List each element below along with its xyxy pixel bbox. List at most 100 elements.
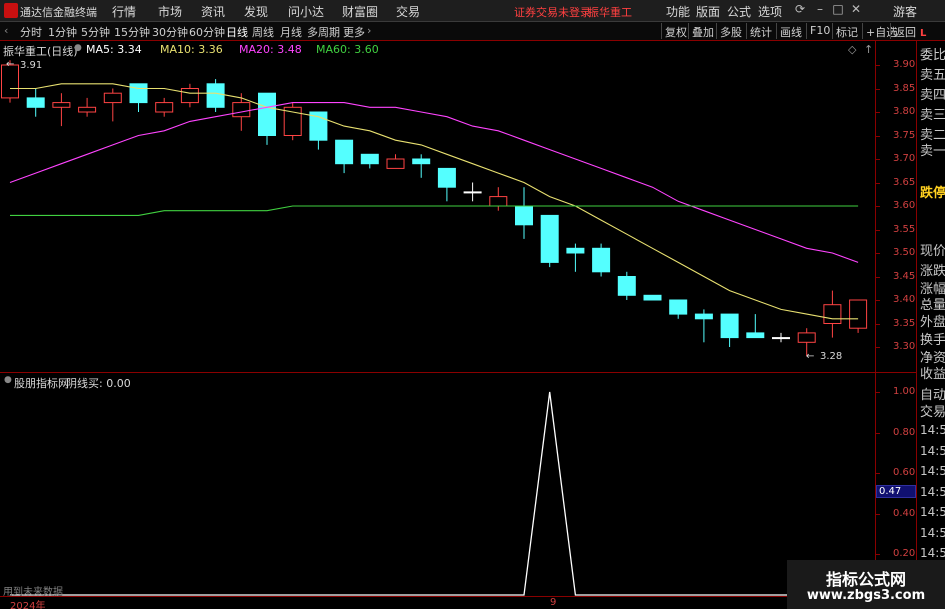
menu-zixun[interactable]: 资讯	[201, 3, 225, 20]
price-tick-mark	[875, 88, 880, 90]
login-warning[interactable]: 证券交易未登录	[514, 4, 591, 20]
watermark-title: 指标公式网	[825, 570, 906, 589]
candle[interactable]	[566, 243, 585, 272]
btn-f10[interactable]: F10	[806, 23, 833, 39]
candle[interactable]	[283, 102, 302, 141]
candle[interactable]	[412, 154, 431, 178]
candle[interactable]	[360, 153, 379, 169]
price-tick-label: 3.40	[893, 294, 916, 305]
candle[interactable]	[335, 139, 354, 174]
price-tick-mark	[875, 323, 880, 325]
period-1min[interactable]: 1分钟	[48, 24, 77, 40]
indicator-line	[10, 391, 859, 596]
menu-shichang[interactable]: 市场	[158, 3, 182, 20]
btn-biaoji[interactable]: 标记	[832, 23, 861, 39]
candle[interactable]	[849, 299, 868, 333]
indicator-tick-mark	[875, 473, 880, 474]
menu-jiaoyi[interactable]: 交易	[396, 3, 420, 20]
price-tick-mark	[875, 229, 880, 231]
candle-body	[566, 247, 585, 254]
tick-time: 14:56	[920, 546, 945, 560]
period-fenshi[interactable]: 分时	[20, 24, 42, 40]
panel-sell4: 卖四	[920, 88, 945, 103]
candle[interactable]	[52, 93, 71, 127]
btn-duogu[interactable]: 多股	[716, 23, 745, 39]
refresh-icon[interactable]: ⟳	[792, 2, 808, 18]
period-30min[interactable]: 30分钟	[152, 24, 188, 40]
price-tick-mark	[875, 276, 880, 278]
btn-fuquan[interactable]: 复权	[661, 23, 690, 39]
period-more[interactable]: 更多	[343, 24, 365, 40]
close-icon[interactable]: ✕	[848, 2, 864, 18]
price-tick-mark	[875, 347, 880, 348]
candle[interactable]	[540, 214, 559, 268]
candle-body	[412, 158, 431, 165]
btn-huaxian[interactable]: 画线	[776, 23, 805, 39]
candle[interactable]	[386, 154, 405, 169]
candle[interactable]	[103, 88, 122, 122]
panel-stat-4: 外盘	[920, 315, 945, 330]
high-label: 3.91	[20, 60, 42, 71]
period-weekly[interactable]: 周线	[252, 24, 274, 40]
btn-fanhui[interactable]: 返回	[890, 23, 919, 39]
period-monthly[interactable]: 月线	[280, 24, 302, 40]
diamond-icon[interactable]: ◇	[848, 43, 856, 56]
minimize-icon[interactable]: –	[812, 2, 828, 18]
panel-l-icon[interactable]: L	[920, 28, 926, 39]
candle[interactable]	[206, 79, 225, 112]
indicator-tick-label: 0.40	[893, 507, 916, 519]
toolbar-menu-icon[interactable]: ‹	[4, 24, 8, 37]
user-label[interactable]: 游客	[893, 3, 917, 20]
candle[interactable]	[180, 83, 199, 108]
arrow-up-icon[interactable]: ↑	[864, 43, 873, 56]
panel-trade[interactable]: 交易	[920, 401, 945, 420]
candle[interactable]	[694, 309, 713, 343]
candle[interactable]	[155, 97, 174, 117]
candle[interactable]	[309, 111, 328, 150]
settings-dot-icon[interactable]: ●	[74, 43, 82, 53]
price-tick-mark	[875, 112, 880, 113]
indicator-chart[interactable]	[0, 389, 875, 596]
menu-faxian[interactable]: 发现	[244, 3, 268, 20]
ma5-label: MA5: 3.34	[86, 43, 142, 56]
candle[interactable]	[26, 88, 45, 117]
candle[interactable]	[489, 187, 508, 211]
menu-xuanxiang[interactable]: 选项	[758, 3, 782, 20]
period-5min[interactable]: 5分钟	[81, 24, 110, 40]
btn-diejia[interactable]: 叠加	[688, 23, 717, 39]
period-multi[interactable]: 多周期	[307, 24, 340, 40]
candle-body	[772, 337, 790, 340]
candle[interactable]	[643, 294, 662, 301]
menu-wenxiaoda[interactable]: 问小达	[288, 3, 324, 20]
indicator-settings-icon[interactable]: ●	[4, 375, 12, 385]
candle-body	[52, 102, 71, 108]
candle[interactable]	[463, 182, 482, 202]
indicator-tick-label: 1.00	[893, 386, 916, 397]
candle[interactable]	[746, 314, 765, 339]
indicator-tick-label: 0.60	[893, 467, 916, 478]
candle[interactable]	[592, 243, 611, 277]
candle[interactable]	[78, 97, 97, 117]
candle-body	[720, 313, 739, 339]
candle[interactable]	[258, 92, 276, 145]
menu-gongshi[interactable]: 公式	[727, 3, 751, 20]
period-60min[interactable]: 60分钟	[189, 24, 225, 40]
menu-hangqing[interactable]: 行情	[112, 3, 136, 20]
period-daily[interactable]: 日线	[226, 24, 248, 40]
candle[interactable]	[669, 299, 688, 319]
period-15min[interactable]: 15分钟	[114, 24, 150, 40]
menu-caifuquan[interactable]: 财富圈	[342, 3, 378, 20]
candle[interactable]	[437, 167, 456, 202]
restore-icon[interactable]: □	[830, 2, 846, 18]
candle[interactable]	[515, 187, 533, 239]
more-chevron-icon[interactable]: ›	[367, 24, 371, 37]
candle[interactable]	[823, 290, 842, 338]
candle[interactable]	[772, 332, 790, 343]
menu-banmian[interactable]: 版面	[696, 3, 720, 20]
candle[interactable]	[617, 271, 636, 300]
candlestick-chart[interactable]: 3.91 ← ← 3.28	[0, 57, 875, 373]
btn-tongji[interactable]: 统计	[746, 23, 775, 39]
menu-gongneng[interactable]: 功能	[666, 3, 690, 20]
candle[interactable]	[720, 313, 739, 347]
candle-body	[180, 88, 199, 104]
